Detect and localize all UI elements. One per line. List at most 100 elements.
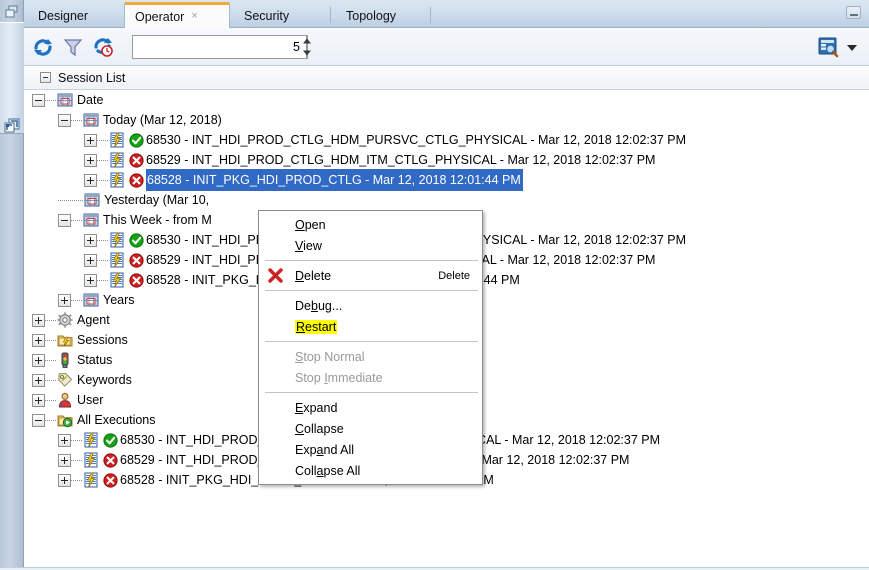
tree-row-label: Date bbox=[77, 93, 104, 107]
tree-expander-plus-icon[interactable] bbox=[58, 473, 71, 487]
tree-expander-minus-icon[interactable] bbox=[32, 413, 45, 427]
tree-row-label: This Week - from M bbox=[103, 213, 212, 227]
tree-row-date[interactable]: Date bbox=[24, 90, 869, 110]
tab-security[interactable]: Security bbox=[234, 3, 328, 28]
tag-icon bbox=[57, 372, 73, 388]
tree-expander-plus-icon[interactable] bbox=[32, 313, 45, 327]
operator-toolbar bbox=[24, 28, 869, 66]
session-icon bbox=[109, 252, 125, 268]
refresh-icon[interactable] bbox=[32, 36, 54, 58]
menu-item-restart[interactable]: Restart bbox=[259, 316, 482, 337]
menu-item-open[interactable]: Open bbox=[259, 214, 482, 235]
close-icon[interactable]: × bbox=[191, 11, 197, 22]
tree-expander-minus-icon[interactable] bbox=[58, 113, 71, 127]
delete-x-icon bbox=[267, 267, 284, 284]
calendar-icon bbox=[57, 92, 73, 108]
tree-expander-plus-icon[interactable] bbox=[32, 393, 45, 407]
executions-folder-icon bbox=[57, 412, 73, 428]
main-tabstrip: Designer Operator × Security Topology bbox=[24, 0, 869, 28]
tree-expander-plus-icon[interactable] bbox=[84, 253, 97, 267]
tree-connector-line bbox=[97, 279, 108, 281]
tree-row-label: 68528 - INIT_PKG_HDI_PROD_CTLG - Mar 12,… bbox=[146, 169, 523, 191]
menu-item-collapse[interactable]: Collapse bbox=[259, 418, 482, 439]
status-error-icon bbox=[129, 152, 144, 168]
session-icon bbox=[109, 152, 125, 168]
query-search-icon[interactable] bbox=[817, 36, 839, 58]
tree-row-today[interactable]: Today (Mar 12, 2018) bbox=[24, 110, 869, 130]
calendar-icon bbox=[83, 292, 99, 308]
menu-item-label: View bbox=[295, 238, 322, 253]
tab-separator-2 bbox=[430, 7, 431, 23]
tree-expander-minus-icon[interactable] bbox=[58, 213, 71, 227]
session-count-stepper[interactable] bbox=[132, 35, 311, 59]
minimize-icon bbox=[850, 14, 858, 16]
tree-expander-plus-icon[interactable] bbox=[84, 273, 97, 287]
tree-row-label: 68530 - INT_HDI_PROD_CTLG_HDM_PURSVC_CTL… bbox=[146, 133, 687, 147]
tree-connector-line bbox=[97, 139, 108, 141]
tree-expander-plus-icon[interactable] bbox=[58, 433, 71, 447]
tree-row-label: Agent bbox=[77, 313, 110, 327]
tree-expander-plus-icon[interactable] bbox=[84, 173, 97, 187]
gear-icon bbox=[57, 312, 73, 328]
menu-item-delete[interactable]: Delete Delete bbox=[259, 265, 482, 286]
session-icon bbox=[109, 172, 125, 188]
menu-item-stop-immediate: Stop Immediate bbox=[259, 367, 482, 388]
tab-designer[interactable]: Designer bbox=[28, 3, 124, 28]
menu-item-expand[interactable]: Expand bbox=[259, 397, 482, 418]
tree-row-label: Status bbox=[77, 353, 113, 367]
tree-expander-plus-icon[interactable] bbox=[84, 233, 97, 247]
tree-connector-line bbox=[45, 399, 56, 401]
status-error-icon bbox=[129, 272, 144, 288]
session-list-header[interactable]: Session List bbox=[24, 66, 869, 90]
tree-row-t-68528[interactable]: 68528 - INIT_PKG_HDI_PROD_CTLG - Mar 12,… bbox=[24, 169, 869, 191]
menu-item-debug[interactable]: Debug... bbox=[259, 295, 482, 316]
session-icon bbox=[83, 452, 99, 468]
tab-operator-label: Operator bbox=[135, 9, 185, 24]
tree-expander-plus-icon[interactable] bbox=[58, 293, 71, 307]
menu-item-expand-all[interactable]: Expand All bbox=[259, 439, 482, 460]
tree-row-t-68529[interactable]: 68529 - INT_HDI_PROD_CTLG_HDM_ITM_CTLG_P… bbox=[24, 150, 869, 170]
tree-expander-plus-icon[interactable] bbox=[32, 353, 45, 367]
session-count-input[interactable] bbox=[132, 35, 306, 59]
menu-separator bbox=[265, 341, 478, 342]
tree-expander-plus-icon[interactable] bbox=[84, 133, 97, 147]
stepper-buttons[interactable] bbox=[303, 35, 311, 59]
menu-item-stop-normal: Stop Normal bbox=[259, 346, 482, 367]
tree-row-label: 68529 - INT_HDI_PROD_CTLG_HDM_ITM_CTLG_P… bbox=[146, 153, 656, 167]
tree-connector-line bbox=[71, 299, 82, 301]
menu-item-collapse-all[interactable]: Collapse All bbox=[259, 460, 482, 481]
tree-connector-line bbox=[97, 239, 108, 241]
tree-connector-line bbox=[45, 99, 56, 101]
auto-refresh-clock-icon[interactable] bbox=[92, 36, 114, 58]
tree-row-yesterday[interactable]: Yesterday (Mar 10, bbox=[24, 190, 869, 210]
tree-row-label: User bbox=[77, 393, 104, 407]
menu-item-view[interactable]: View bbox=[259, 235, 482, 256]
tree-connector-line bbox=[45, 319, 56, 321]
menu-item-label: Delete bbox=[295, 268, 332, 283]
collapse-minus-icon[interactable] bbox=[40, 72, 51, 83]
thumbnail-icon[interactable] bbox=[4, 118, 20, 134]
session-context-menu[interactable]: Open View Delete Delete Debug... Restart Stop … bbox=[258, 210, 483, 485]
session-icon bbox=[109, 272, 125, 288]
tree-connector-line bbox=[71, 119, 82, 121]
tree-expander-plus-icon[interactable] bbox=[32, 333, 45, 347]
minimize-button[interactable] bbox=[846, 6, 861, 19]
tree-expander-plus-icon[interactable] bbox=[32, 373, 45, 387]
tree-expander-plus-icon[interactable] bbox=[84, 153, 97, 167]
tree-row-label: Sessions bbox=[77, 333, 128, 347]
tree-row-t-68530[interactable]: 68530 - INT_HDI_PROD_CTLG_HDM_PURSVC_CTL… bbox=[24, 130, 869, 150]
tree-expander-minus-icon[interactable] bbox=[32, 93, 45, 107]
tab-topology[interactable]: Topology bbox=[336, 3, 430, 28]
calendar-icon bbox=[84, 192, 100, 208]
tree-expander-plus-icon[interactable] bbox=[58, 453, 71, 467]
windows-stack-icon[interactable] bbox=[4, 4, 20, 20]
tab-operator[interactable]: Operator × bbox=[124, 2, 230, 28]
filter-funnel-icon[interactable] bbox=[62, 36, 84, 58]
chevron-down-icon[interactable] bbox=[847, 45, 857, 51]
